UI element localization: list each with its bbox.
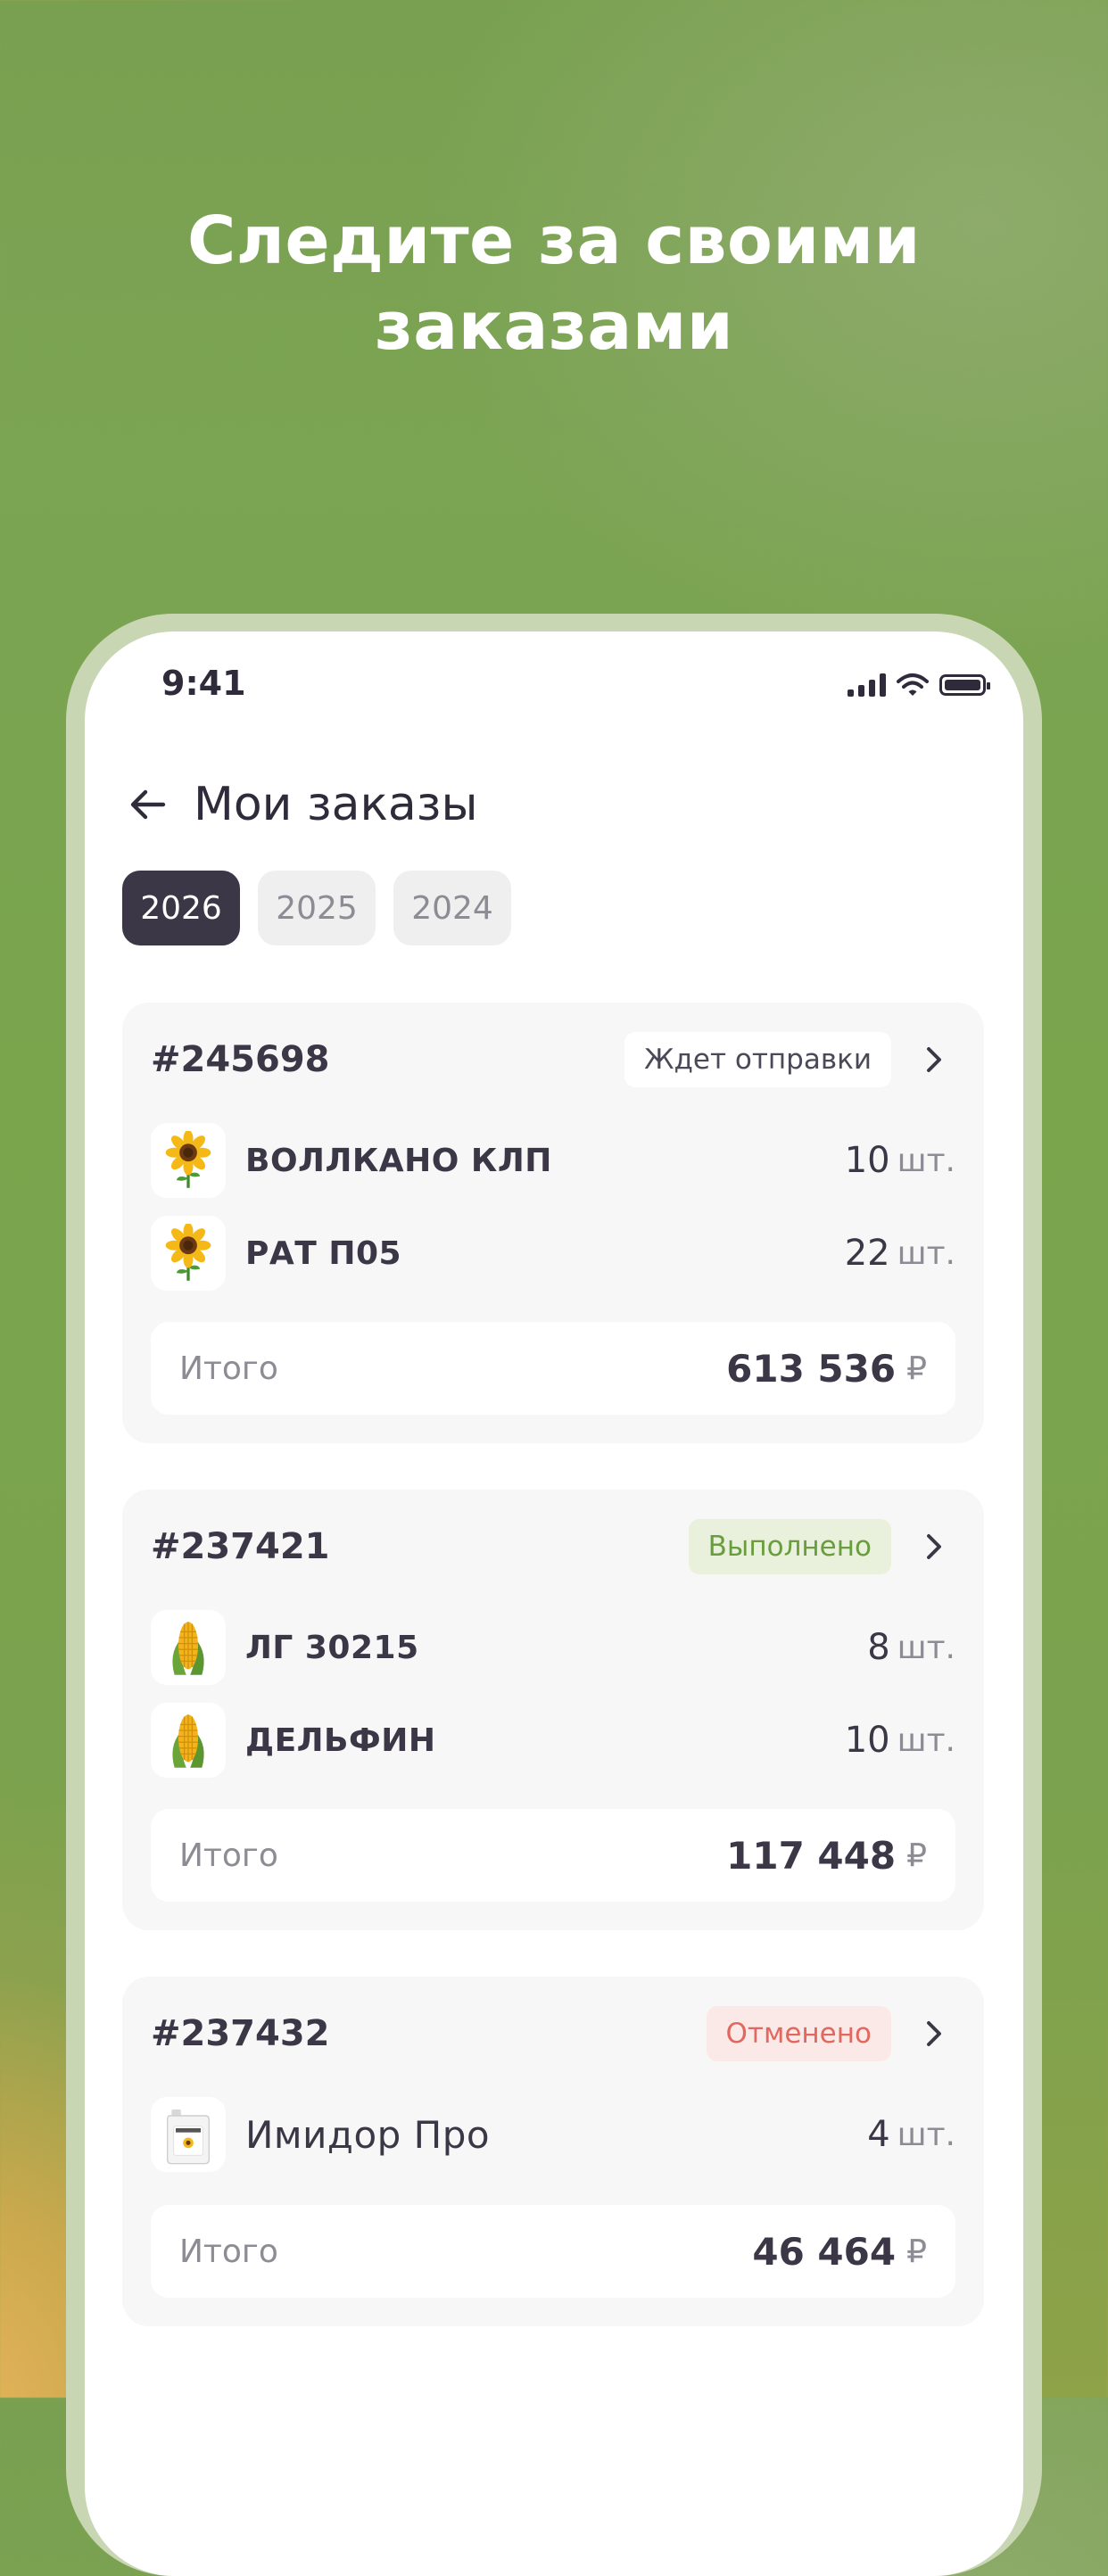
- order-card[interactable]: #237421 Выполнено ЛГ 30215 8 шт. ДЕЛЬФИН…: [122, 1490, 984, 1930]
- chevron-right-icon[interactable]: [913, 1038, 955, 1081]
- item-unit: шт.: [897, 1142, 955, 1179]
- total-value: 46 464: [752, 2229, 897, 2274]
- item-unit: шт.: [897, 1234, 955, 1272]
- order-total: Итого 117 448 ₽: [151, 1809, 955, 1902]
- arrow-left-icon[interactable]: [126, 782, 170, 827]
- total-label: Итого: [179, 1350, 278, 1387]
- phone-screen: 9:41 Мои заказы 2026 2025 2024 #245698 Ж…: [85, 632, 1023, 2576]
- status-icons: [848, 673, 990, 698]
- order-header: #245698 Ждет отправки: [151, 1031, 955, 1088]
- corn-icon: [151, 1703, 226, 1778]
- order-item: РАТ П05 22 шт.: [151, 1215, 955, 1292]
- total-label: Итого: [179, 2233, 278, 2270]
- nav-header: Мои заказы: [126, 778, 478, 831]
- item-unit: шт.: [897, 2116, 955, 2153]
- item-unit: шт.: [897, 1721, 955, 1759]
- order-header: #237421 Выполнено: [151, 1518, 955, 1575]
- order-card[interactable]: #245698 Ждет отправки ВОЛЛКАНО КЛП 10 шт…: [122, 1003, 984, 1443]
- currency-sign: ₽: [906, 1837, 927, 1874]
- chevron-right-icon[interactable]: [913, 1525, 955, 1568]
- order-item: ДЕЛЬФИН 10 шт.: [151, 1702, 955, 1779]
- canister-icon: [151, 2097, 226, 2172]
- item-qty: 22: [844, 1233, 890, 1274]
- order-item: Имидор Про 4 шт.: [151, 2096, 955, 2173]
- item-name: Имидор Про: [245, 2112, 491, 2157]
- status-bar: 9:41: [85, 632, 1023, 739]
- total-value: 117 448: [726, 1833, 897, 1878]
- item-qty: 10: [844, 1140, 890, 1181]
- total-label: Итого: [179, 1837, 278, 1874]
- headline: Следите за своими заказами: [0, 198, 1108, 369]
- corn-icon: [151, 1610, 226, 1685]
- year-filter: 2026 2025 2024: [122, 871, 511, 945]
- item-unit: шт.: [897, 1629, 955, 1666]
- currency-sign: ₽: [906, 1350, 927, 1387]
- headline-line-1: Следите за своими: [186, 202, 922, 279]
- year-chip-2025[interactable]: 2025: [258, 871, 376, 945]
- battery-icon: [939, 674, 990, 696]
- order-id: #245698: [151, 1039, 330, 1080]
- total-value: 613 536: [726, 1346, 897, 1391]
- order-item: ВОЛЛКАНО КЛП 10 шт.: [151, 1122, 955, 1199]
- year-chip-2026[interactable]: 2026: [122, 871, 240, 945]
- status-badge: Ждет отправки: [624, 1032, 891, 1087]
- headline-line-2: заказами: [374, 288, 734, 365]
- order-id: #237432: [151, 2013, 330, 2054]
- status-badge: Отменено: [706, 2006, 891, 2061]
- order-id: #237421: [151, 1526, 330, 1567]
- status-badge: Выполнено: [688, 1519, 891, 1574]
- sunflower-icon: [151, 1123, 226, 1198]
- year-chip-2024[interactable]: 2024: [393, 871, 511, 945]
- wifi-icon: [897, 673, 929, 696]
- item-name: ВОЛЛКАНО КЛП: [245, 1142, 552, 1179]
- order-total: Итого 46 464 ₽: [151, 2205, 955, 2298]
- item-name: РАТ П05: [245, 1234, 402, 1272]
- item-name: ЛГ 30215: [245, 1629, 419, 1666]
- item-qty: 10: [844, 1720, 890, 1761]
- signal-icon: [848, 673, 886, 697]
- item-qty: 8: [867, 1627, 890, 1668]
- sunflower-icon: [151, 1216, 226, 1291]
- currency-sign: ₽: [906, 2233, 927, 2270]
- order-header: #237432 Отменено: [151, 2005, 955, 2062]
- item-name: ДЕЛЬФИН: [245, 1721, 436, 1759]
- order-total: Итого 613 536 ₽: [151, 1322, 955, 1415]
- status-time: 9:41: [161, 664, 246, 703]
- item-qty: 4: [867, 2114, 890, 2155]
- page-title: Мои заказы: [194, 778, 478, 831]
- chevron-right-icon[interactable]: [913, 2012, 955, 2055]
- order-item: ЛГ 30215 8 шт.: [151, 1609, 955, 1686]
- order-card[interactable]: #237432 Отменено Имидор Про 4 шт. Итого …: [122, 1977, 984, 2326]
